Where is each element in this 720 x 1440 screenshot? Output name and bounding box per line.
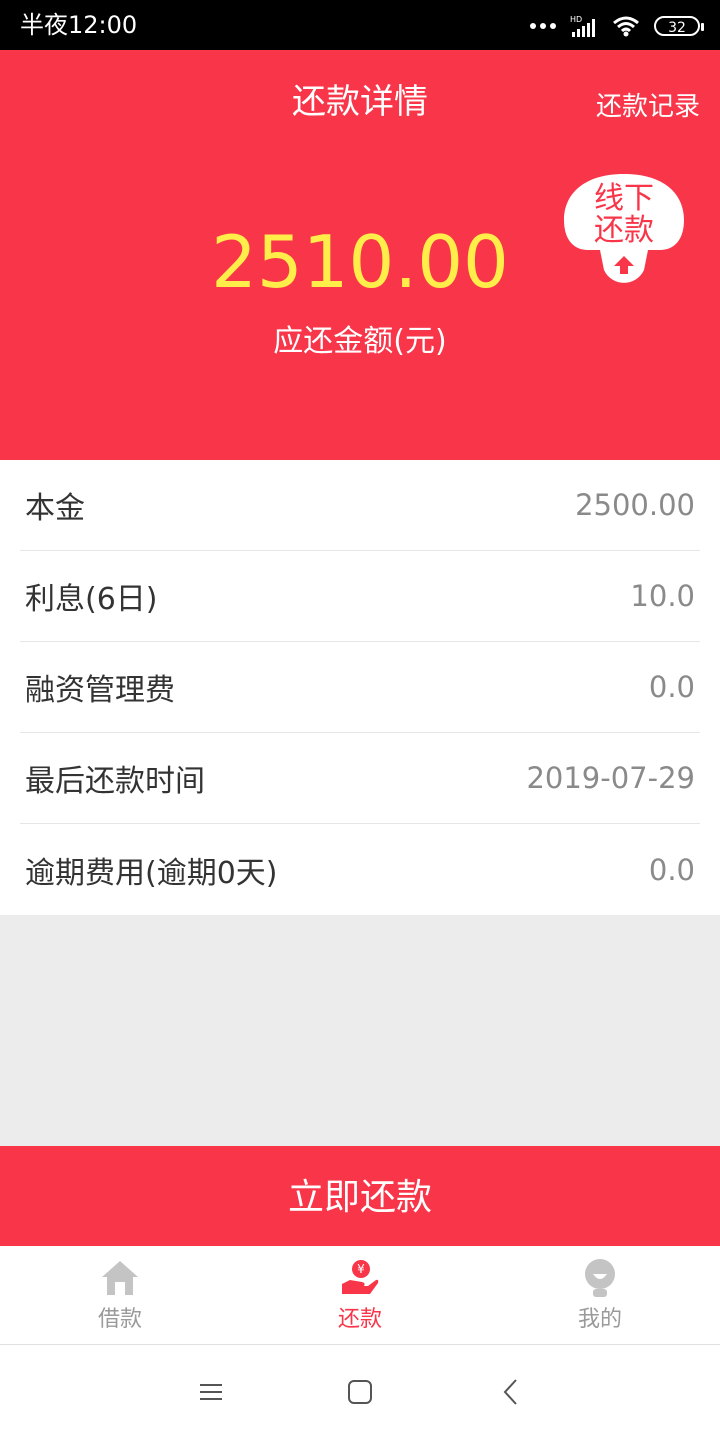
system-navigation-bar bbox=[0, 1345, 720, 1440]
repayment-records-link[interactable]: 还款记录 bbox=[596, 90, 700, 124]
svg-text:¥: ¥ bbox=[357, 1262, 365, 1276]
detail-row-interest: 利息(6日) 10.0 bbox=[20, 551, 700, 642]
status-time: 半夜12:00 bbox=[20, 11, 138, 39]
status-bar: 半夜12:00 HD 32 bbox=[0, 0, 720, 50]
detail-row-management-fee: 融资管理费 0.0 bbox=[20, 642, 700, 733]
offline-badge-line1: 线下 bbox=[594, 181, 654, 216]
tab-borrow[interactable]: 借款 bbox=[0, 1246, 240, 1344]
more-dots-icon bbox=[530, 23, 556, 29]
menu-icon[interactable] bbox=[196, 1377, 226, 1407]
detail-value: 10.0 bbox=[630, 579, 695, 613]
repay-hand-yen-icon: ¥ bbox=[342, 1260, 379, 1294]
tab-repay[interactable]: ¥ 还款 bbox=[240, 1246, 480, 1344]
detail-label: 利息(6日) bbox=[25, 582, 158, 617]
amount-due-label: 应还金额(元) bbox=[273, 324, 447, 359]
tab-mine[interactable]: 我的 bbox=[480, 1246, 720, 1344]
back-icon[interactable] bbox=[497, 1377, 527, 1407]
repayment-header: 还款详情 还款记录 2510.00 应还金额(元) 线下 还款 bbox=[0, 50, 720, 460]
repay-now-button[interactable]: 立即还款 bbox=[0, 1146, 720, 1246]
tab-label: 借款 bbox=[97, 1307, 142, 1332]
status-icons: HD 32 bbox=[530, 12, 704, 40]
repayment-details-list: 本金 2500.00 利息(6日) 10.0 融资管理费 0.0 最后还款时间 … bbox=[0, 460, 720, 915]
detail-label: 最后还款时间 bbox=[25, 764, 205, 799]
detail-value: 2019-07-29 bbox=[526, 761, 695, 795]
svg-text:HD: HD bbox=[570, 15, 582, 24]
offline-repay-badge[interactable]: 线下 还款 bbox=[560, 170, 688, 292]
detail-label: 本金 bbox=[25, 491, 85, 526]
profile-icon bbox=[585, 1259, 615, 1297]
home-icon bbox=[102, 1261, 138, 1295]
cellular-signal-icon: HD bbox=[570, 15, 595, 37]
detail-row-principal: 本金 2500.00 bbox=[20, 460, 700, 551]
detail-label: 逾期费用(逾期0天) bbox=[25, 855, 278, 891]
detail-row-due-date: 最后还款时间 2019-07-29 bbox=[20, 733, 700, 824]
detail-value: 2500.00 bbox=[575, 488, 695, 522]
tab-label: 还款 bbox=[337, 1307, 382, 1332]
tab-label: 我的 bbox=[577, 1307, 622, 1332]
detail-label: 融资管理费 bbox=[25, 673, 175, 708]
detail-value: 0.0 bbox=[648, 670, 695, 704]
offline-badge-line2: 还款 bbox=[594, 213, 654, 248]
bottom-tab-bar: 借款 ¥ 还款 我的 bbox=[0, 1246, 720, 1345]
battery-icon: 32 bbox=[654, 16, 704, 36]
detail-value: 0.0 bbox=[648, 852, 695, 887]
detail-row-overdue-fee: 逾期费用(逾期0天) 0.0 bbox=[20, 824, 700, 915]
home-nav-icon[interactable] bbox=[345, 1377, 375, 1407]
wifi-icon bbox=[613, 16, 639, 37]
